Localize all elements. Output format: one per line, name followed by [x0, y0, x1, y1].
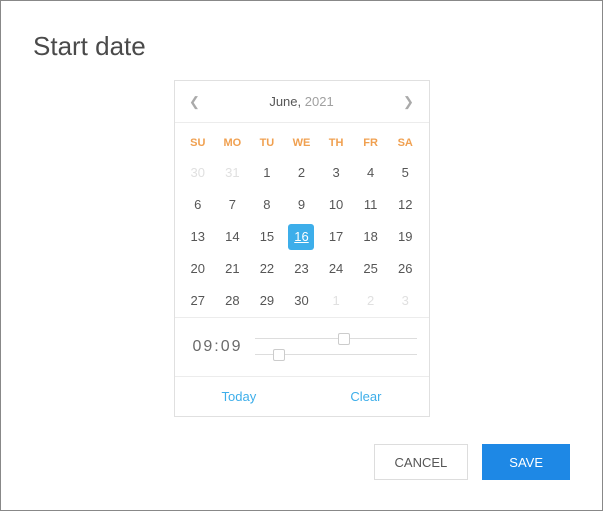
minute-slider-thumb[interactable]: [273, 349, 285, 361]
time-sliders: [255, 328, 417, 366]
calendar-day[interactable]: 1: [254, 160, 280, 186]
calendar-grid: 3031123456789101112131415161718192021222…: [175, 157, 429, 317]
time-display: 09:09: [193, 338, 243, 356]
dialog-actions: CANCEL SAVE: [374, 444, 570, 480]
month-year-label[interactable]: June, 2021: [269, 94, 333, 109]
minute-slider[interactable]: [255, 350, 417, 360]
calendar-day[interactable]: 30: [185, 160, 211, 186]
year-label: 2021: [305, 94, 334, 109]
calendar-day[interactable]: 11: [358, 192, 384, 218]
prev-month-icon[interactable]: ❮: [187, 94, 203, 110]
calendar-day[interactable]: 29: [254, 288, 280, 314]
calendar-day[interactable]: 9: [288, 192, 314, 218]
calendar-day[interactable]: 4: [358, 160, 384, 186]
calendar-day[interactable]: 3: [392, 288, 418, 314]
calendar-day[interactable]: 7: [219, 192, 245, 218]
calendar-day[interactable]: 10: [323, 192, 349, 218]
calendar-day[interactable]: 8: [254, 192, 280, 218]
calendar-day[interactable]: 12: [392, 192, 418, 218]
weekday-label: SU: [181, 137, 216, 149]
month-label: June,: [269, 94, 301, 109]
calendar-day[interactable]: 16: [288, 224, 314, 250]
clear-link[interactable]: Clear: [350, 389, 381, 404]
picker-footer: Today Clear: [175, 376, 429, 416]
calendar-week: 20 21 22 23 24 25 26: [175, 253, 429, 285]
calendar-day[interactable]: 31: [219, 160, 245, 186]
weekday-label: MO: [215, 137, 250, 149]
calendar-day[interactable]: 20: [185, 256, 211, 282]
calendar-day[interactable]: 2: [358, 288, 384, 314]
calendar-week: 13 14 15 16 17 18 19: [175, 221, 429, 253]
hour-slider[interactable]: [255, 334, 417, 344]
weekday-header: SU MO TU WE TH FR SA: [175, 129, 429, 157]
calendar-day[interactable]: 6: [185, 192, 211, 218]
calendar-week: 6789 10 11 12: [175, 189, 429, 221]
calendar-day[interactable]: 15: [254, 224, 280, 250]
calendar-day[interactable]: 14: [219, 224, 245, 250]
calendar-day[interactable]: 22: [254, 256, 280, 282]
calendar-header: ❮ June, 2021 ❯: [175, 81, 429, 123]
calendar-day[interactable]: 28: [219, 288, 245, 314]
weekday-label: SA: [388, 137, 423, 149]
calendar-day[interactable]: 18: [358, 224, 384, 250]
dialog-title: Start date: [33, 31, 570, 62]
calendar-day[interactable]: 30: [288, 288, 314, 314]
calendar-week: 27 28 29 30 123: [175, 285, 429, 317]
next-month-icon[interactable]: ❯: [400, 94, 416, 110]
calendar-picker: ❮ June, 2021 ❯ SU MO TU WE TH FR SA 3031…: [174, 80, 430, 417]
calendar-day[interactable]: 3: [323, 160, 349, 186]
calendar-day[interactable]: 27: [185, 288, 211, 314]
calendar-day[interactable]: 5: [392, 160, 418, 186]
calendar-day[interactable]: 23: [288, 256, 314, 282]
weekday-label: WE: [284, 137, 319, 149]
weekday-label: FR: [353, 137, 388, 149]
cancel-button[interactable]: CANCEL: [374, 444, 469, 480]
calendar-day[interactable]: 21: [219, 256, 245, 282]
calendar-week: 30 31 12345: [175, 157, 429, 189]
today-link[interactable]: Today: [222, 389, 257, 404]
time-selector: 09:09: [175, 317, 429, 376]
calendar-day[interactable]: 26: [392, 256, 418, 282]
calendar-day[interactable]: 1: [323, 288, 349, 314]
save-button[interactable]: SAVE: [482, 444, 570, 480]
hour-slider-thumb[interactable]: [338, 333, 350, 345]
calendar-day[interactable]: 13: [185, 224, 211, 250]
calendar-day[interactable]: 19: [392, 224, 418, 250]
date-picker-dialog: Start date ❮ June, 2021 ❯ SU MO TU WE TH…: [1, 1, 602, 447]
calendar-day[interactable]: 25: [358, 256, 384, 282]
calendar-day[interactable]: 17: [323, 224, 349, 250]
calendar-day[interactable]: 2: [288, 160, 314, 186]
weekday-label: TH: [319, 137, 354, 149]
weekday-label: TU: [250, 137, 285, 149]
calendar-day[interactable]: 24: [323, 256, 349, 282]
